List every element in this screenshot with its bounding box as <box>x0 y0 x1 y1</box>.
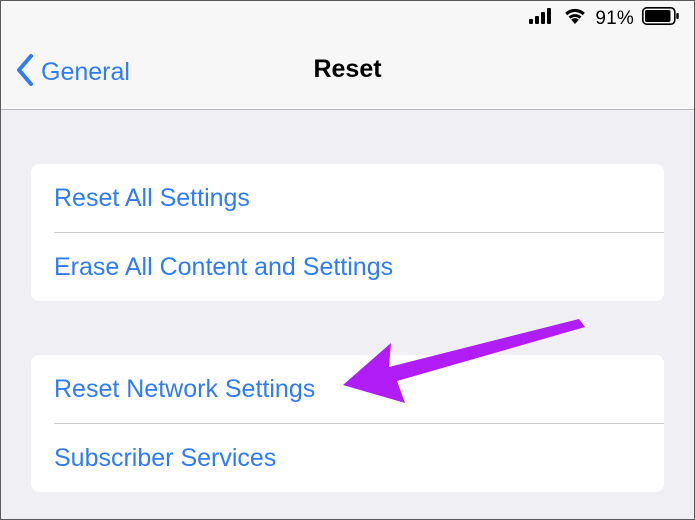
wifi-icon <box>563 7 587 30</box>
reset-group-general: Reset All Settings Erase All Content and… <box>31 164 664 301</box>
annotation-arrow-icon <box>343 319 585 403</box>
erase-all-content-button[interactable]: Erase All Content and Settings <box>31 233 664 301</box>
battery-icon <box>642 7 680 30</box>
reset-all-settings-button[interactable]: Reset All Settings <box>31 164 664 232</box>
status-bar: 91% <box>1 1 694 35</box>
cellular-signal-icon <box>529 8 555 29</box>
subscriber-services-button[interactable]: Subscriber Services <box>31 424 664 492</box>
battery-percentage: 91% <box>595 7 634 29</box>
navigation-bar: General Reset <box>1 35 694 110</box>
page-title: Reset <box>313 55 382 83</box>
status-indicators: 91% <box>529 7 680 30</box>
